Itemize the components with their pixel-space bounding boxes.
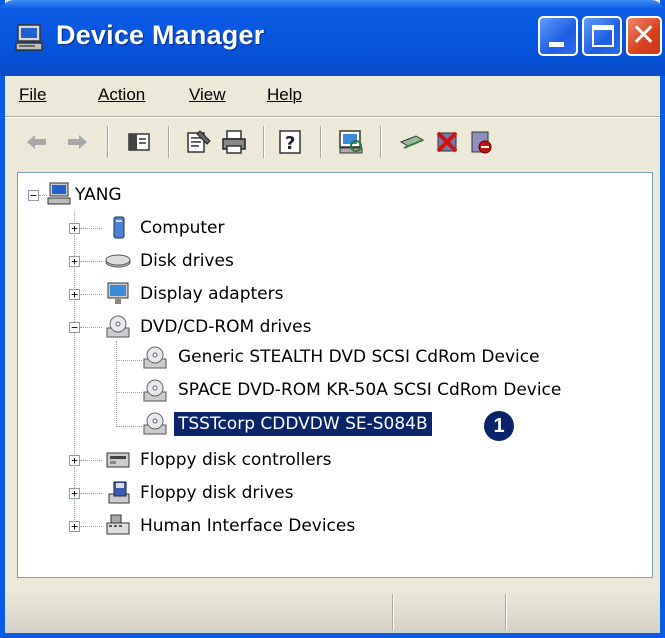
disk-drive-icon [105, 254, 131, 268]
cdrom-icon [106, 315, 130, 338]
computer-icon [113, 216, 125, 239]
help-icon[interactable]: ? [277, 128, 305, 156]
title-bar[interactable]: Device Manager ✕ [0, 0, 665, 76]
computer-icon [47, 182, 71, 205]
device-tree[interactable]: − YANG + Computer + Disk drives + Displa… [17, 172, 653, 578]
toolbar-separator [263, 126, 265, 158]
maximize-icon [592, 25, 614, 47]
expand-toggle[interactable]: + [69, 289, 80, 300]
tree-root-label[interactable]: YANG [75, 183, 122, 207]
toolbar-separator [380, 126, 382, 158]
tree-connector [80, 294, 102, 295]
hid-icon [106, 514, 130, 535]
expand-toggle[interactable]: + [69, 256, 80, 267]
forward-icon[interactable] [63, 128, 91, 156]
device-manager-icon [15, 24, 43, 51]
menu-bar: File Action View Help [5, 76, 660, 116]
close-button[interactable]: ✕ [626, 16, 662, 56]
menu-view[interactable]: View [189, 85, 226, 105]
device-space-dvd-rom[interactable]: SPACE DVD-ROM KR-50A SCSI CdRom Device [178, 378, 561, 402]
minimize-button[interactable] [538, 16, 578, 56]
device-generic-stealth-dvd[interactable]: Generic STEALTH DVD SCSI CdRom Device [178, 345, 540, 369]
collapse-toggle[interactable]: − [69, 322, 80, 333]
toolbar-separator [168, 126, 170, 158]
back-icon[interactable] [23, 128, 51, 156]
status-divider [392, 594, 394, 630]
category-human-interface-devices[interactable]: Human Interface Devices [140, 514, 355, 538]
tree-connector [80, 228, 102, 229]
status-divider [505, 594, 507, 630]
category-dvd-cdrom-drives[interactable]: DVD/CD-ROM drives [140, 315, 311, 339]
tree-connector [80, 493, 102, 494]
category-display-adapters[interactable]: Display adapters [140, 282, 283, 306]
toolbar-separator [107, 126, 109, 158]
callout-marker: 1 [484, 411, 514, 441]
category-floppy-drives[interactable]: Floppy disk drives [140, 481, 293, 505]
category-disk-drives[interactable]: Disk drives [140, 249, 234, 273]
minimize-icon [549, 42, 564, 47]
uninstall-icon[interactable] [433, 128, 461, 156]
maximize-button[interactable] [582, 16, 622, 56]
display-adapter-icon [107, 282, 129, 304]
close-icon: ✕ [631, 18, 657, 53]
tree-connector [80, 526, 102, 527]
menu-file[interactable]: File [19, 85, 46, 105]
floppy-drive-icon [108, 481, 130, 504]
scan-hardware-icon[interactable] [337, 128, 365, 156]
window-title: Device Manager [56, 20, 265, 50]
toolbar-separator [320, 126, 322, 158]
disable-icon[interactable] [467, 128, 495, 156]
expand-toggle[interactable]: + [69, 223, 80, 234]
tree-connector [80, 327, 102, 328]
expand-toggle[interactable]: + [69, 488, 80, 499]
category-computer[interactable]: Computer [140, 216, 225, 240]
show-hide-console-tree-icon[interactable] [125, 128, 153, 156]
category-floppy-controllers[interactable]: Floppy disk controllers [140, 448, 332, 472]
menu-action[interactable]: Action [98, 85, 145, 105]
properties-icon[interactable] [185, 128, 213, 156]
cdrom-icon [143, 412, 167, 435]
tree-connector [80, 261, 102, 262]
tree-connector [116, 341, 117, 427]
cdrom-icon [143, 379, 167, 402]
toolbar: ? [5, 118, 660, 168]
tree-connector [116, 360, 142, 361]
device-tsstcorp-cddvdw[interactable]: TSSTcorp CDDVDW SE-S084B [173, 411, 433, 437]
tree-connector [116, 426, 142, 427]
device-manager-window: Device Manager ✕ File Action View Help ?… [0, 0, 665, 638]
floppy-controller-icon [106, 452, 130, 468]
print-icon[interactable] [220, 128, 248, 156]
cdrom-icon [143, 346, 167, 369]
menu-help[interactable]: Help [267, 85, 302, 105]
status-bar [5, 590, 660, 633]
collapse-toggle[interactable]: − [28, 190, 39, 201]
update-driver-icon[interactable] [398, 128, 426, 156]
expand-toggle[interactable]: + [69, 521, 80, 532]
expand-toggle[interactable]: + [69, 455, 80, 466]
tree-connector [116, 392, 142, 393]
tree-connector [80, 460, 102, 461]
svg-text:?: ? [285, 133, 295, 154]
